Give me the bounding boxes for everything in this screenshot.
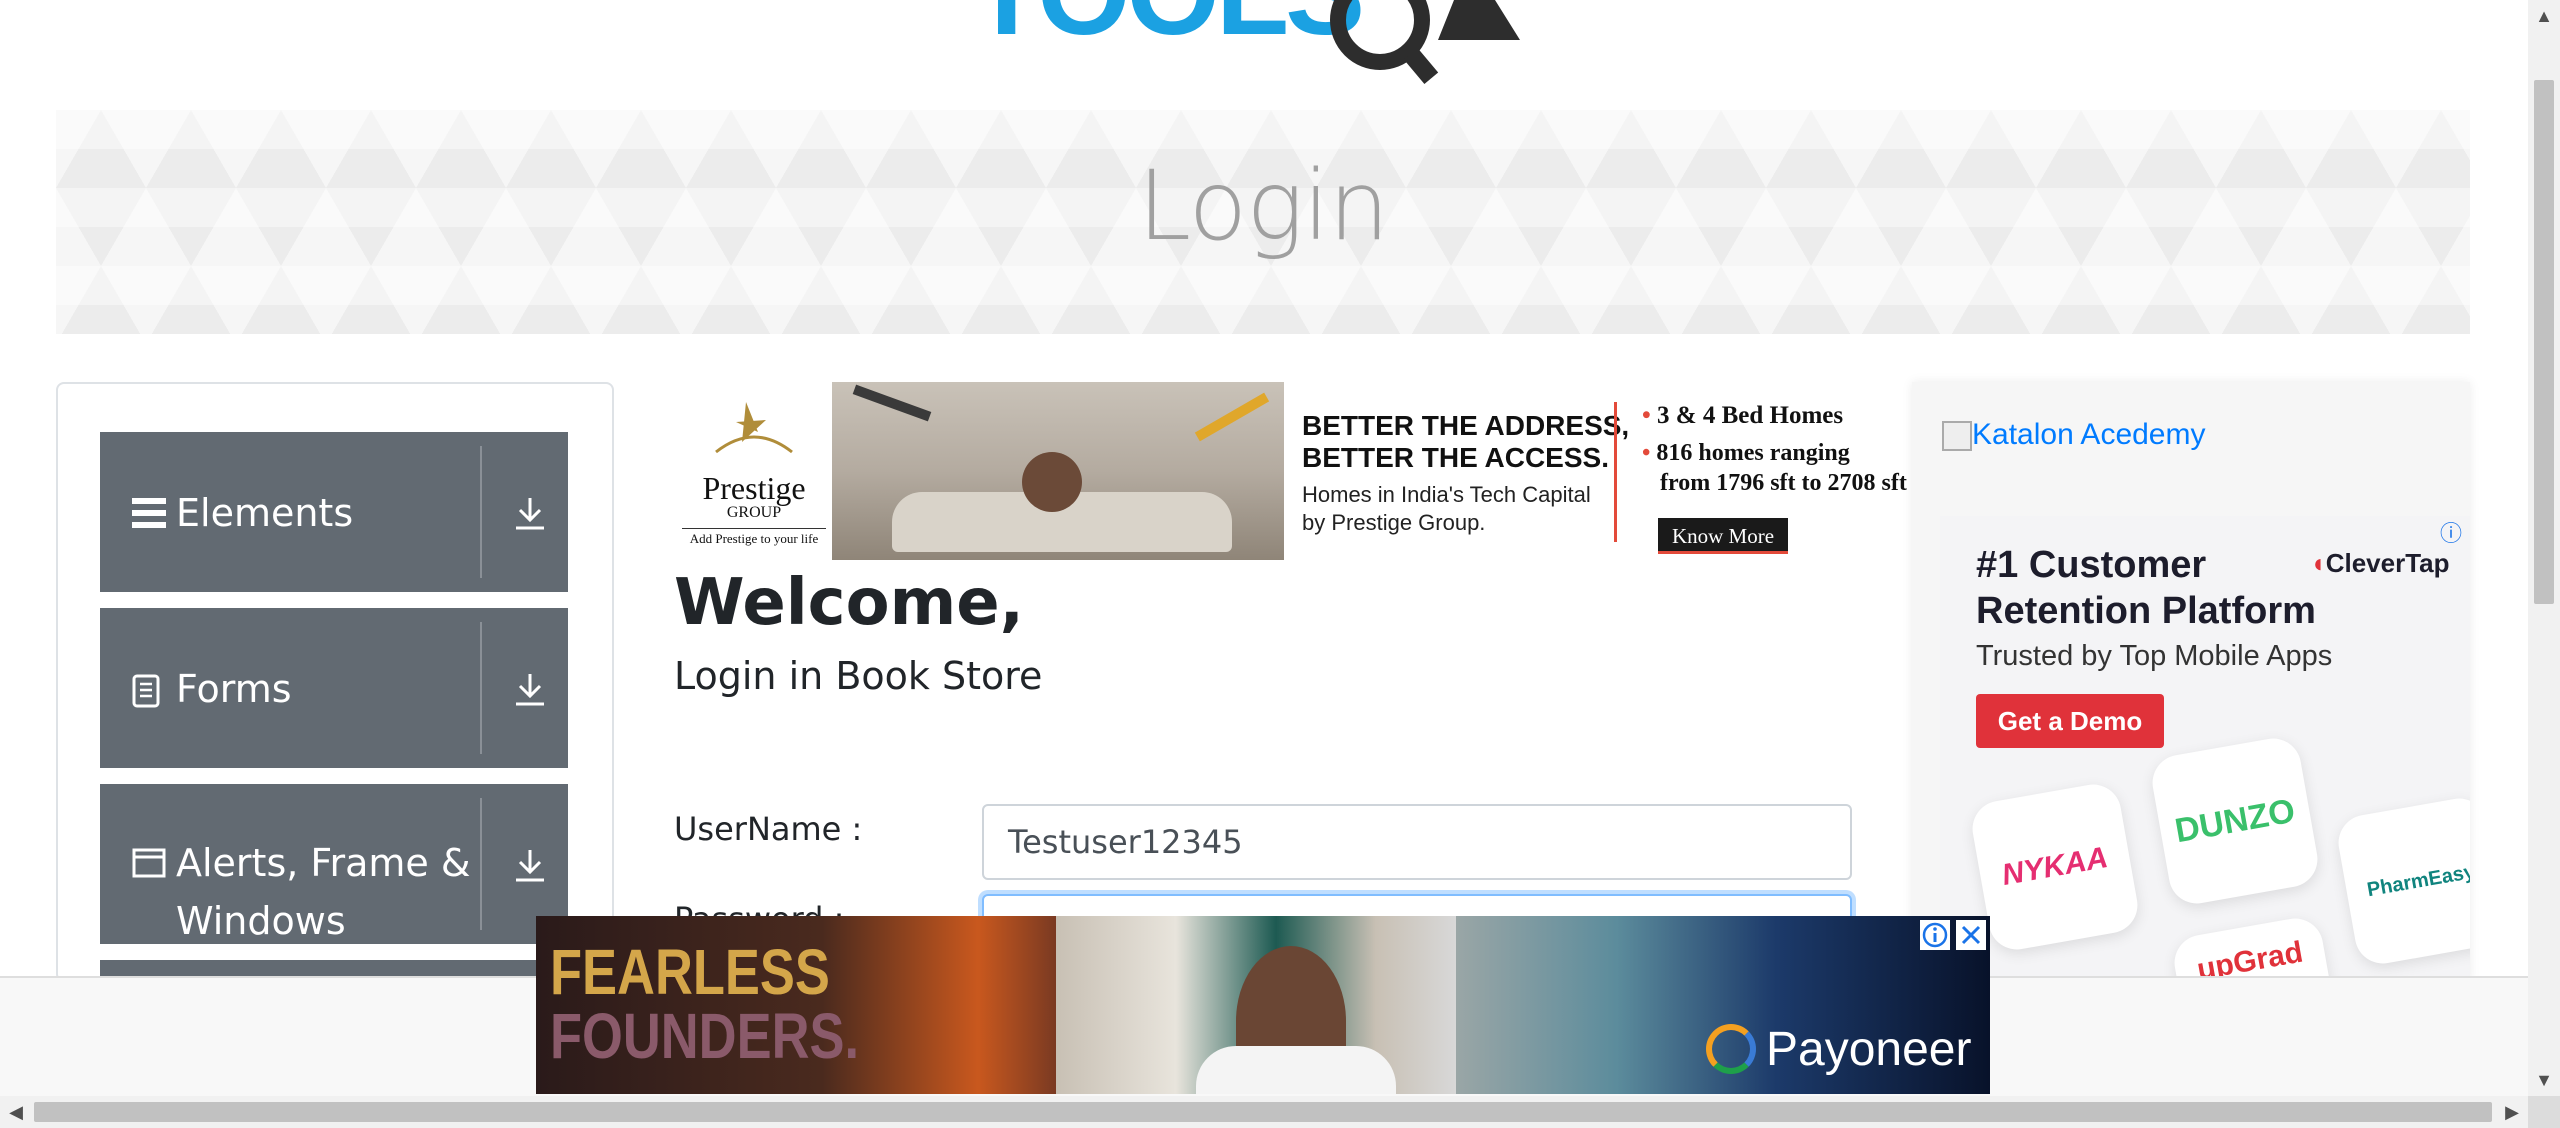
sidebar-group-label: Elements bbox=[176, 491, 354, 535]
page-banner: Login bbox=[56, 110, 2470, 334]
ad-close-icon[interactable] bbox=[1956, 920, 1986, 950]
vertical-scrollbar[interactable]: ▲ ▼ bbox=[2528, 0, 2560, 1096]
prestige-tagline: Add Prestige to your life bbox=[682, 528, 826, 547]
clevertap-brand-text: CleverTap bbox=[2325, 548, 2450, 578]
divider bbox=[480, 622, 482, 754]
prestige-bullet2a-text: 816 homes ranging bbox=[1656, 440, 1850, 466]
clevertap-headline1: #1 Customer bbox=[1976, 544, 2207, 586]
window-icon bbox=[132, 848, 166, 883]
prestige-body2: by Prestige Group. bbox=[1302, 510, 1486, 535]
prestige-ad-photo bbox=[832, 382, 1284, 560]
ad-line1: FEARLESS bbox=[550, 936, 830, 1008]
prestige-headline2: BETTER THE ACCESS. bbox=[1302, 442, 1609, 473]
ad-info-icon[interactable] bbox=[1920, 920, 1950, 950]
download-icon[interactable] bbox=[512, 494, 548, 539]
prestige-brand: Prestige bbox=[702, 470, 806, 506]
scroll-down-icon[interactable]: ▼ bbox=[2528, 1064, 2560, 1096]
prestige-bullet2: • 816 homes ranging bbox=[1642, 440, 1850, 466]
hamburger-icon bbox=[132, 496, 166, 535]
download-icon[interactable] bbox=[512, 846, 548, 891]
clevertap-brand: ◖CleverTap bbox=[2310, 548, 2450, 578]
prestige-logo: Prestige GROUP Add Prestige to your life bbox=[676, 382, 832, 560]
toolsqa-logo[interactable]: TOOLS bbox=[960, 0, 1600, 92]
prestige-bullet1-text: 3 & 4 Bed Homes bbox=[1657, 402, 1844, 429]
payoneer-brand: Payoneer bbox=[1766, 1023, 1972, 1076]
divider bbox=[480, 798, 482, 930]
prestige-body1: Homes in India's Tech Capital bbox=[1302, 482, 1591, 507]
ad-info-icon[interactable]: ⓘ bbox=[2440, 516, 2462, 548]
vertical-scroll-thumb[interactable] bbox=[2534, 80, 2554, 604]
broken-image-icon bbox=[1942, 421, 1972, 452]
dunzo-app-tile: DUNZO bbox=[2148, 734, 2322, 908]
right-ad-column: Katalon Acedemy #1 Customer Retention Pl… bbox=[1912, 382, 2470, 982]
payoneer-logo-icon bbox=[1706, 1024, 1756, 1074]
sidebar-group-label: Forms bbox=[176, 667, 292, 711]
prestige-bullet1: • 3 & 4 Bed Homes bbox=[1642, 402, 1844, 429]
prestige-ad[interactable]: Prestige GROUP Add Prestige to your life… bbox=[676, 382, 1912, 560]
username-input[interactable]: Testuser12345 bbox=[982, 804, 1852, 880]
clevertap-ad[interactable]: #1 Customer Retention Platform Trusted b… bbox=[1940, 516, 2470, 982]
prestige-bullet2b: from 1796 sft to 2708 sft bbox=[1660, 470, 1907, 496]
know-more-button[interactable]: Know More bbox=[1658, 518, 1788, 554]
divider bbox=[1614, 402, 1617, 542]
download-icon[interactable] bbox=[512, 670, 548, 715]
sidebar-group-alerts[interactable]: Alerts, Frame & Windows bbox=[100, 784, 568, 944]
login-subtitle: Login in Book Store bbox=[674, 654, 1043, 698]
username-label: UserName : bbox=[674, 810, 863, 848]
sidebar-group-forms[interactable]: Forms bbox=[100, 608, 568, 768]
document-icon bbox=[132, 674, 162, 713]
scroll-up-icon[interactable]: ▲ bbox=[2528, 0, 2560, 32]
logo-text-tools: TOOLS bbox=[970, 0, 1361, 60]
prestige-headline1: BETTER THE ADDRESS, bbox=[1302, 410, 1630, 441]
left-sidebar: Elements Forms Alerts, Frame & Windows bbox=[56, 382, 614, 982]
sidebar-group-label-line2: Windows bbox=[176, 899, 346, 943]
horizontal-scrollbar[interactable]: ◀ ▶ bbox=[0, 1096, 2528, 1128]
ad-person-shirt bbox=[1196, 1046, 1396, 1094]
sidebar-group-elements[interactable]: Elements bbox=[100, 432, 568, 592]
ad-line2: FOUNDERS. bbox=[550, 1000, 860, 1072]
pharmeasy-app-tile: PharmEasy bbox=[2334, 794, 2470, 968]
katalon-ad-link[interactable]: Katalon Acedemy bbox=[1942, 418, 2205, 452]
scroll-right-icon[interactable]: ▶ bbox=[2496, 1096, 2528, 1128]
prestige-brand-sub: GROUP bbox=[726, 504, 782, 521]
page-title: Login bbox=[1137, 150, 1390, 262]
nykaa-app-tile: NYKAA bbox=[1968, 780, 2142, 954]
horizontal-scroll-thumb[interactable] bbox=[34, 1102, 2492, 1122]
scrollbar-corner bbox=[2528, 1096, 2560, 1128]
clevertap-sub: Trusted by Top Mobile Apps bbox=[1976, 640, 2333, 672]
get-a-demo-button[interactable]: Get a Demo bbox=[1976, 694, 2164, 748]
payoneer-ad[interactable]: FEARLESS FOUNDERS. Payoneer bbox=[536, 916, 1990, 1094]
divider bbox=[480, 446, 482, 578]
clevertap-headline2: Retention Platform bbox=[1976, 590, 2316, 632]
upgrad-app-tile: upGrad bbox=[2170, 914, 2344, 982]
katalon-alt-text: Katalon Acedemy bbox=[1972, 418, 2206, 451]
sidebar-group-label-line1: Alerts, Frame & bbox=[176, 841, 471, 885]
scroll-left-icon[interactable]: ◀ bbox=[0, 1096, 32, 1128]
welcome-heading: Welcome, bbox=[674, 566, 1024, 640]
